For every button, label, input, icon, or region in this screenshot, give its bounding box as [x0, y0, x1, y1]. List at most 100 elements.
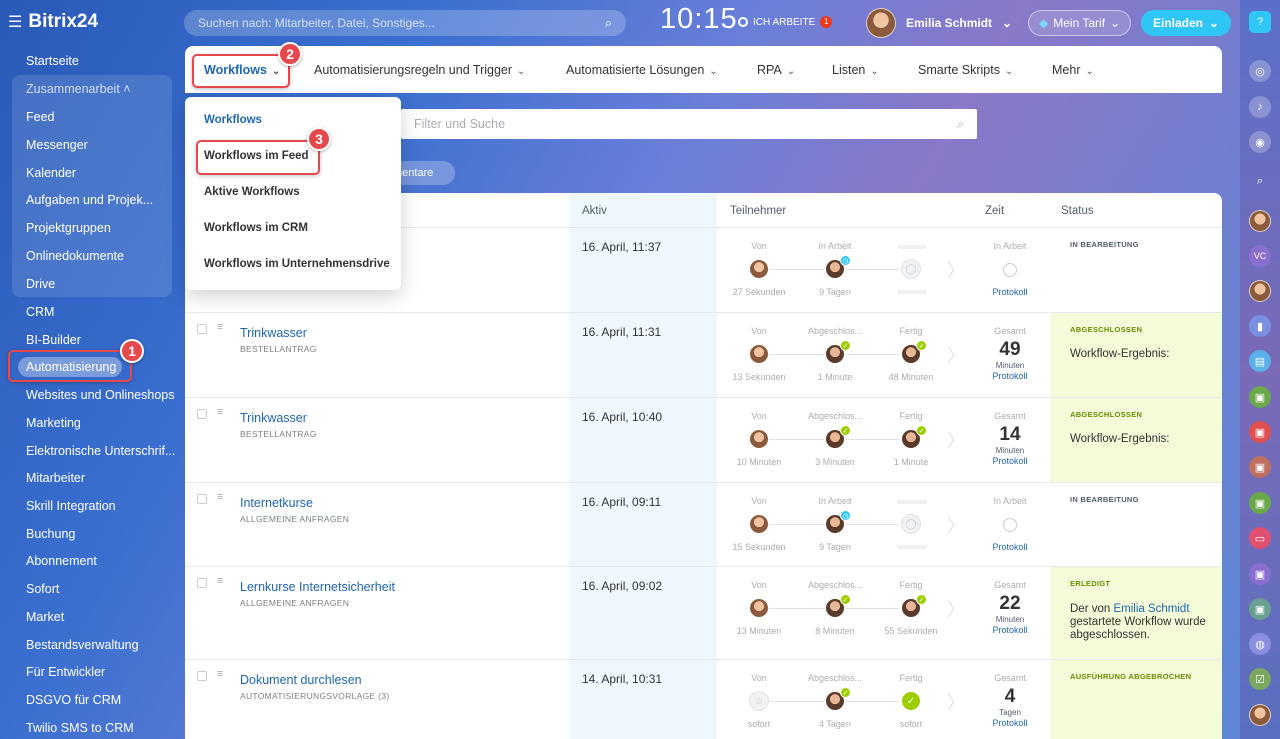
header-aktiv[interactable]: Aktiv: [582, 205, 607, 217]
protokoll-link[interactable]: Protokoll: [980, 718, 1040, 728]
row-checkbox[interactable]: [197, 409, 207, 419]
sidebar-item-twilio[interactable]: Twilio SMS to CRM: [26, 721, 134, 735]
lock-icon[interactable]: ▣: [1249, 598, 1271, 620]
sidebar-item-entwickler[interactable]: Für Entwickler: [26, 665, 105, 679]
sidebar-item-bi-builder[interactable]: BI-Builder: [26, 333, 81, 347]
contact-avatar[interactable]: [1249, 280, 1271, 302]
sidebar-item-messenger[interactable]: Messenger: [26, 138, 88, 152]
protokoll-link[interactable]: Protokoll: [980, 456, 1040, 466]
workflow-title-link[interactable]: Lernkurse Internetsicherheit: [240, 580, 395, 594]
status-text: Der von Emilia Schmidt gestartete Workfl…: [1070, 603, 1210, 642]
drag-handle-icon[interactable]: ≡: [217, 321, 223, 333]
sidebar-item-startseite[interactable]: Startseite: [26, 54, 79, 68]
bookmark-icon[interactable]: ▮: [1249, 315, 1271, 337]
workflow-title-link[interactable]: Dokument durchlesen: [240, 673, 362, 687]
protokoll-link[interactable]: Protokoll: [980, 371, 1040, 381]
sidebar-item-projektgruppen[interactable]: Projektgruppen: [26, 221, 111, 235]
logo[interactable]: ☰ Bitrix24: [8, 11, 98, 33]
lock-icon[interactable]: ▣: [1249, 563, 1271, 585]
lock-icon[interactable]: ▣: [1249, 386, 1271, 408]
header-status[interactable]: Status: [1061, 205, 1094, 217]
participant-avatar[interactable]: [749, 344, 769, 364]
header-teilnehmer[interactable]: Teilnehmer: [730, 205, 786, 217]
checklist-icon[interactable]: ☑: [1249, 668, 1271, 690]
tab-mehr[interactable]: Mehr ⌄: [1052, 63, 1094, 77]
sidebar-item-unterschrift[interactable]: Elektronische Unterschrif...: [26, 444, 175, 458]
sidebar-item-buchung[interactable]: Buchung: [26, 527, 75, 541]
tab-smarte-skripts[interactable]: Smarte Skripts ⌄: [918, 63, 1013, 77]
participant-avatar[interactable]: [749, 259, 769, 279]
participant-avatar[interactable]: [749, 598, 769, 618]
participant-avatar[interactable]: [749, 429, 769, 449]
copilot-icon[interactable]: ◎: [1249, 60, 1271, 82]
workflow-title-link[interactable]: Internetkurse: [240, 496, 313, 510]
sidebar-item-bestandsverwaltung[interactable]: Bestandsverwaltung: [26, 638, 139, 652]
sidebar-item-sofort[interactable]: Sofort: [26, 582, 59, 596]
participant-placeholder-bar: [897, 245, 927, 249]
status-badge: ABGESCHLOSSEN: [1070, 325, 1143, 334]
sidebar-item-mitarbeiter[interactable]: Mitarbeiter: [26, 471, 85, 485]
chat-group-icon[interactable]: ▤: [1249, 350, 1271, 372]
tab-listen[interactable]: Listen ⌄: [832, 63, 879, 77]
row-checkbox[interactable]: [197, 578, 207, 588]
card-icon[interactable]: ▭: [1249, 527, 1271, 549]
sidebar-item-marketing[interactable]: Marketing: [26, 416, 81, 430]
menu-item-workflows-im-drive[interactable]: Workflows im Unternehmensdrive: [204, 258, 390, 270]
protokoll-link[interactable]: Protokoll: [980, 542, 1040, 552]
status-done-bg: [1050, 566, 1222, 739]
drag-handle-icon[interactable]: ≡: [217, 668, 223, 680]
lock-icon[interactable]: ▣: [1249, 492, 1271, 514]
sidebar-item-drive[interactable]: Drive: [26, 277, 55, 291]
menu-item-workflows-im-crm[interactable]: Workflows im CRM: [204, 222, 308, 234]
work-status[interactable]: ICH ARBEITE 1: [738, 16, 833, 28]
sidebar-item-dsgvo[interactable]: DSGVO für CRM: [26, 693, 121, 707]
invite-button[interactable]: Einladen ⌄: [1141, 10, 1232, 36]
row-checkbox[interactable]: [197, 494, 207, 504]
lock-icon[interactable]: ▣: [1249, 421, 1271, 443]
lock-icon[interactable]: ▣: [1249, 456, 1271, 478]
contact-initials-avatar[interactable]: VC: [1249, 245, 1271, 267]
work-status-icon: [738, 17, 748, 27]
user-menu[interactable]: Emilia Schmidt ⌄: [866, 8, 1012, 38]
sidebar-item-market[interactable]: Market: [26, 610, 64, 624]
sidebar-item-aufgaben[interactable]: Aufgaben und Projek...: [26, 193, 153, 207]
protokoll-link[interactable]: Protokoll: [980, 625, 1040, 635]
contact-avatar[interactable]: [1249, 210, 1271, 232]
drag-handle-icon[interactable]: ≡: [217, 491, 223, 503]
clock[interactable]: 10:15: [660, 3, 738, 36]
menu-item-workflows[interactable]: Workflows: [204, 114, 262, 126]
tarif-button[interactable]: ◆ Mein Tarif ⌄: [1028, 10, 1132, 36]
participant-avatar[interactable]: [749, 514, 769, 534]
tab-rpa[interactable]: RPA ⌄: [757, 63, 795, 77]
filter-search-input[interactable]: Filter und Suche ⌕: [401, 109, 977, 139]
sidebar-group-title[interactable]: Zusammenarbeit ˄: [26, 82, 131, 96]
chat-icon[interactable]: ◉: [1249, 131, 1271, 153]
global-search-input[interactable]: Suchen nach: Mitarbeiter, Datei, Sonstig…: [184, 10, 626, 36]
contact-avatar[interactable]: [1249, 704, 1271, 726]
status-user-link[interactable]: Emilia Schmidt: [1113, 603, 1189, 615]
row-checkbox[interactable]: [197, 324, 207, 334]
workflow-title-link[interactable]: Trinkwasser: [240, 326, 307, 340]
sidebar-item-feed[interactable]: Feed: [26, 110, 55, 124]
tab-automatisierungsregeln[interactable]: Automatisierungsregeln und Trigger ⌄: [314, 63, 525, 77]
callout-number-2: 2: [278, 42, 302, 66]
menu-item-aktive-workflows[interactable]: Aktive Workflows: [204, 186, 300, 198]
row-checkbox[interactable]: [197, 671, 207, 681]
sidebar-item-onlinedokumente[interactable]: Onlinedokumente: [26, 249, 124, 263]
sidebar-item-websites[interactable]: Websites und Onlineshops: [26, 388, 174, 402]
sidebar-item-kalender[interactable]: Kalender: [26, 166, 76, 180]
menu-icon[interactable]: ☰: [8, 12, 22, 32]
workflow-title-link[interactable]: Trinkwasser: [240, 411, 307, 425]
sidebar-item-abonnement[interactable]: Abonnement: [26, 554, 97, 568]
drag-handle-icon[interactable]: ≡: [217, 406, 223, 418]
group-icon[interactable]: ◍: [1249, 633, 1271, 655]
bell-icon[interactable]: ♪: [1249, 96, 1271, 118]
sidebar-item-crm[interactable]: CRM: [26, 305, 54, 319]
protokoll-link[interactable]: Protokoll: [980, 287, 1040, 297]
header-zeit[interactable]: Zeit: [985, 205, 1004, 217]
drag-handle-icon[interactable]: ≡: [217, 575, 223, 587]
search-icon[interactable]: ⌕: [1249, 170, 1271, 192]
help-icon[interactable]: ?: [1249, 11, 1271, 33]
tab-automatisierte-loesungen[interactable]: Automatisierte Lösungen ⌄: [566, 63, 718, 77]
sidebar-item-skrill[interactable]: Skrill Integration: [26, 499, 116, 513]
